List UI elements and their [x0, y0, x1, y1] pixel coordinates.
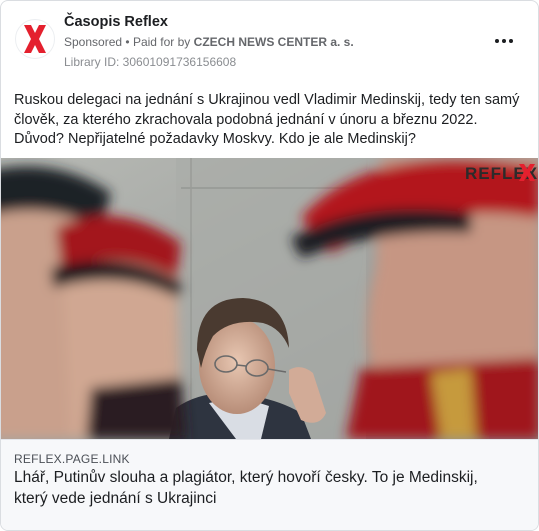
photo-medinsky-cadets: REFLEX: [1, 158, 538, 439]
page-avatar[interactable]: [15, 19, 55, 59]
more-options-button[interactable]: [492, 29, 516, 53]
library-id: Library ID: 306010917361566​08: [64, 55, 237, 69]
ad-post-card: Časopis Reflex Sponsored • Paid for by C…: [0, 0, 539, 531]
post-image[interactable]: REFLEX: [1, 158, 538, 439]
page-name[interactable]: Časopis Reflex: [64, 14, 168, 30]
sponsored-label: Sponsored: [64, 35, 123, 49]
more-dot: [502, 39, 506, 43]
more-dot: [509, 39, 513, 43]
post-header: Časopis Reflex Sponsored • Paid for by C…: [1, 1, 538, 81]
reflex-x-logo-icon: [24, 25, 46, 53]
link-domain[interactable]: REFLEX.PAGE.LINK: [14, 452, 130, 466]
link-title[interactable]: Lhář, Putinův slouha a plagiátor, který …: [14, 467, 514, 509]
meta-separator: •: [125, 35, 130, 49]
post-body-text: Ruskou delegaci na jednání s Ukrajinou v…: [14, 92, 520, 147]
link-preview[interactable]: REFLEX.PAGE.LINK Lhář, Putinův slouha a …: [1, 439, 538, 530]
paid-for-label: Paid for by: [132, 35, 191, 49]
sponsored-line: Sponsored • Paid for by CZECH NEWS CENTE…: [64, 35, 354, 49]
reflex-watermark: REFLEX: [465, 164, 537, 183]
more-horizontal-icon: [495, 39, 499, 43]
payer-name: CZECH NEWS CENTER a. s.: [193, 35, 354, 49]
